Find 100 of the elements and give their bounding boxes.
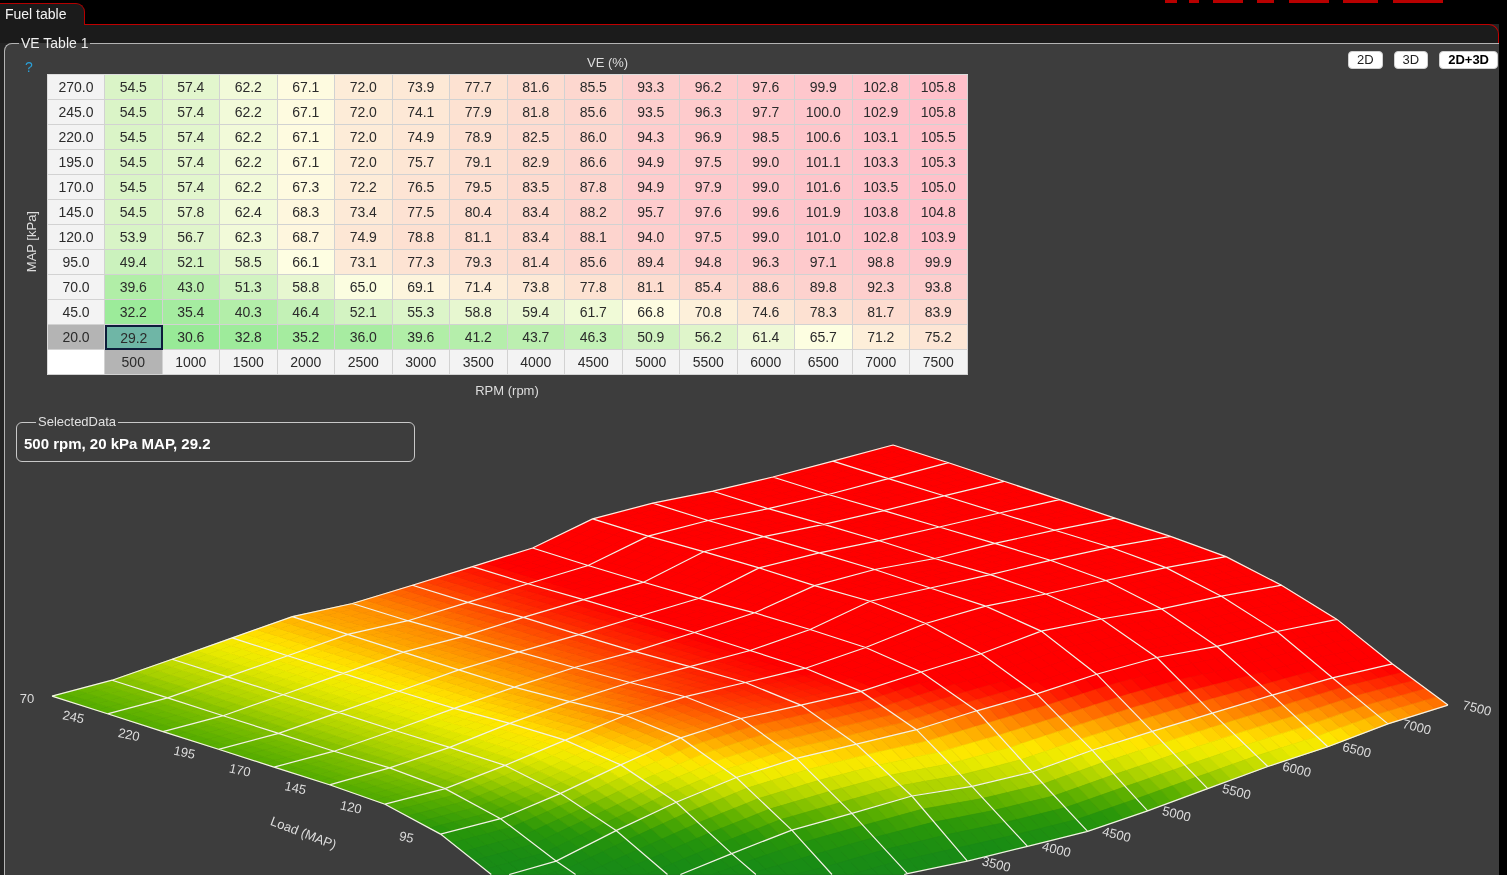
view-button[interactable]: 2D+3D <box>1439 51 1498 69</box>
table-cell[interactable]: 97.6 <box>737 75 795 100</box>
table-cell[interactable]: 98.5 <box>737 125 795 150</box>
table-cell[interactable]: 77.8 <box>565 275 623 300</box>
view-button[interactable]: 3D <box>1393 51 1429 69</box>
table-cell[interactable]: 62.3 <box>220 225 278 250</box>
table-cell[interactable]: 78.3 <box>795 300 853 325</box>
table-cell[interactable]: 61.7 <box>565 300 623 325</box>
table-cell[interactable]: 72.0 <box>335 100 393 125</box>
table-cell[interactable]: 85.4 <box>680 275 738 300</box>
table-cell[interactable]: 75.7 <box>392 150 450 175</box>
table-cell[interactable]: 81.1 <box>622 275 680 300</box>
table-cell[interactable]: 95.7 <box>622 200 680 225</box>
table-cell[interactable]: 62.2 <box>220 175 278 200</box>
table-cell[interactable]: 83.9 <box>910 300 968 325</box>
table-cell[interactable]: 67.1 <box>277 125 335 150</box>
table-cell[interactable]: 54.5 <box>105 150 163 175</box>
table-cell[interactable]: 35.4 <box>162 300 220 325</box>
table-cell[interactable]: 62.2 <box>220 75 278 100</box>
table-cell[interactable]: 96.2 <box>680 75 738 100</box>
table-cell[interactable]: 96.3 <box>680 100 738 125</box>
table-cell[interactable]: 101.0 <box>795 225 853 250</box>
table-cell[interactable]: 105.8 <box>910 75 968 100</box>
table-cell[interactable]: 36.0 <box>335 325 393 350</box>
table-cell[interactable]: 93.8 <box>910 275 968 300</box>
table-cell[interactable]: 30.6 <box>162 325 220 350</box>
table-cell[interactable]: 99.9 <box>795 75 853 100</box>
table-cell[interactable]: 99.0 <box>737 225 795 250</box>
table-cell[interactable]: 93.5 <box>622 100 680 125</box>
table-cell[interactable]: 102.8 <box>852 75 910 100</box>
table-cell[interactable]: 67.3 <box>277 175 335 200</box>
table-cell[interactable]: 105.0 <box>910 175 968 200</box>
table-cell[interactable]: 75.2 <box>910 325 968 350</box>
table-cell[interactable]: 46.4 <box>277 300 335 325</box>
table-cell[interactable]: 74.9 <box>335 225 393 250</box>
table-cell[interactable]: 52.1 <box>335 300 393 325</box>
table-cell[interactable]: 86.0 <box>565 125 623 150</box>
table-cell[interactable]: 87.8 <box>565 175 623 200</box>
table-cell[interactable]: 99.0 <box>737 175 795 200</box>
table-cell[interactable]: 83.4 <box>507 200 565 225</box>
table-cell[interactable]: 59.4 <box>507 300 565 325</box>
table-cell[interactable]: 81.7 <box>852 300 910 325</box>
table-cell[interactable]: 97.9 <box>680 175 738 200</box>
table-cell[interactable]: 57.4 <box>162 75 220 100</box>
table-cell[interactable]: 74.6 <box>737 300 795 325</box>
table-cell[interactable]: 56.7 <box>162 225 220 250</box>
table-cell[interactable]: 67.1 <box>277 150 335 175</box>
table-cell[interactable]: 89.4 <box>622 250 680 275</box>
table-cell[interactable]: 79.5 <box>450 175 508 200</box>
table-cell[interactable]: 46.3 <box>565 325 623 350</box>
table-cell[interactable]: 57.4 <box>162 150 220 175</box>
table-cell[interactable]: 51.3 <box>220 275 278 300</box>
table-cell[interactable]: 67.1 <box>277 75 335 100</box>
table-cell[interactable]: 66.1 <box>277 250 335 275</box>
table-cell[interactable]: 73.8 <box>507 275 565 300</box>
table-cell[interactable]: 39.6 <box>105 275 163 300</box>
table-cell[interactable]: 49.4 <box>105 250 163 275</box>
table-cell[interactable]: 54.5 <box>105 200 163 225</box>
table-cell[interactable]: 97.5 <box>680 150 738 175</box>
table-cell[interactable]: 58.8 <box>450 300 508 325</box>
table-cell[interactable]: 73.4 <box>335 200 393 225</box>
table-cell[interactable]: 97.5 <box>680 225 738 250</box>
table-cell[interactable]: 43.7 <box>507 325 565 350</box>
table-cell[interactable]: 88.6 <box>737 275 795 300</box>
table-cell[interactable]: 79.1 <box>450 150 508 175</box>
tab[interactable]: Fuel table <box>0 3 86 25</box>
table-cell[interactable]: 35.2 <box>277 325 335 350</box>
table-cell[interactable]: 103.9 <box>910 225 968 250</box>
table-cell[interactable]: 58.8 <box>277 275 335 300</box>
table-cell[interactable]: 83.4 <box>507 225 565 250</box>
table-cell[interactable]: 39.6 <box>392 325 450 350</box>
table-cell[interactable]: 41.2 <box>450 325 508 350</box>
table-cell[interactable]: 65.7 <box>795 325 853 350</box>
table-cell[interactable]: 81.4 <box>507 250 565 275</box>
table-cell[interactable]: 97.1 <box>795 250 853 275</box>
table-cell[interactable]: 89.8 <box>795 275 853 300</box>
table-cell[interactable]: 62.2 <box>220 125 278 150</box>
table-cell[interactable]: 99.0 <box>737 150 795 175</box>
table-cell[interactable]: 104.8 <box>910 200 968 225</box>
table-cell[interactable]: 69.1 <box>392 275 450 300</box>
table-cell[interactable]: 71.2 <box>852 325 910 350</box>
table-cell[interactable]: 73.1 <box>335 250 393 275</box>
table-cell[interactable]: 96.3 <box>737 250 795 275</box>
table-cell[interactable]: 85.6 <box>565 100 623 125</box>
table-cell[interactable]: 57.4 <box>162 125 220 150</box>
table-cell[interactable]: 77.7 <box>450 75 508 100</box>
table-cell[interactable]: 68.7 <box>277 225 335 250</box>
table-cell[interactable]: 102.8 <box>852 225 910 250</box>
table-cell[interactable]: 50.9 <box>622 325 680 350</box>
view-button[interactable]: 2D <box>1347 51 1383 69</box>
table-cell[interactable]: 32.2 <box>105 300 163 325</box>
table-cell[interactable]: 61.4 <box>737 325 795 350</box>
table-cell[interactable]: 96.9 <box>680 125 738 150</box>
table-cell[interactable]: 81.6 <box>507 75 565 100</box>
table-cell[interactable]: 52.1 <box>162 250 220 275</box>
table-cell[interactable]: 85.5 <box>565 75 623 100</box>
table-cell[interactable]: 98.8 <box>852 250 910 275</box>
table-cell[interactable]: 77.3 <box>392 250 450 275</box>
table-cell[interactable]: 80.4 <box>450 200 508 225</box>
table-cell[interactable]: 77.5 <box>392 200 450 225</box>
